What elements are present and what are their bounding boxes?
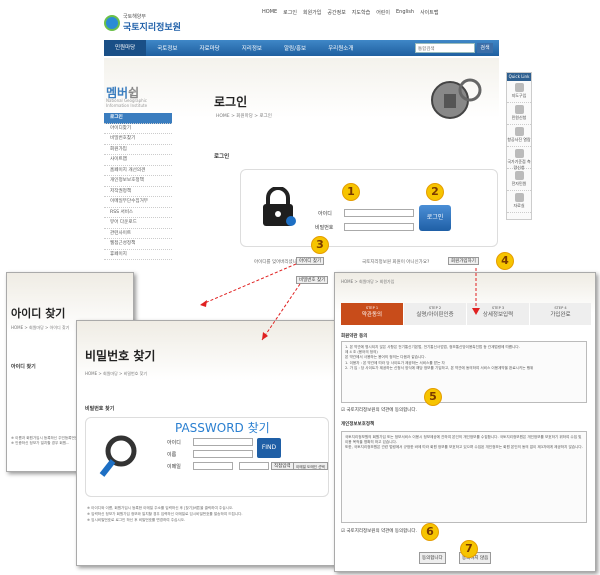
marker-5: 5 bbox=[424, 388, 442, 406]
marker-4: 4 bbox=[496, 252, 514, 270]
marker-6: 6 bbox=[421, 523, 439, 541]
arrow-find-id bbox=[199, 263, 297, 306]
marker-3: 3 bbox=[311, 236, 329, 254]
marker-2: 2 bbox=[426, 183, 444, 201]
marker-7: 7 bbox=[460, 540, 478, 558]
marker-1: 1 bbox=[342, 183, 360, 201]
arrow-find-pw bbox=[261, 283, 301, 341]
flow-arrows bbox=[199, 263, 480, 341]
